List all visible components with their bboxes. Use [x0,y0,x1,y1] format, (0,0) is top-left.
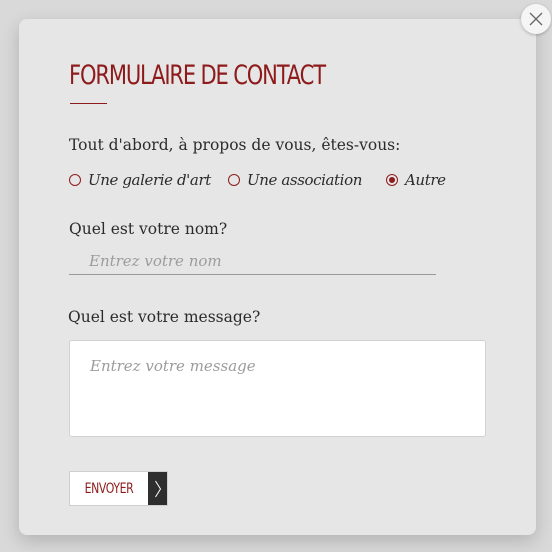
radio-circle-icon [69,174,81,186]
chevron-right-icon [148,472,167,505]
radio-association[interactable]: Une association [228,169,362,191]
form-title: FORMULAIRE DE CONTACT [69,60,326,91]
radio-label: Une association [247,171,362,189]
send-button[interactable]: ENVOYER [69,471,168,506]
message-question-label: Quel est votre message? [68,308,261,326]
about-question-label: Tout d'abord, à propos de vous, êtes-vou… [69,136,401,154]
radio-label: Autre [405,171,446,189]
organization-type-radio-group: Une galerie d'art Une association Autre [69,169,489,191]
close-icon [529,12,543,26]
send-button-label: ENVOYER [84,480,134,497]
contact-form-modal [19,19,536,535]
radio-circle-icon [228,174,240,186]
radio-label: Une galerie d'art [88,171,211,189]
radio-checked-icon [386,174,398,186]
radio-galerie-art[interactable]: Une galerie d'art [69,169,211,191]
message-textarea[interactable] [69,340,486,437]
radio-autre[interactable]: Autre [386,169,446,191]
name-input[interactable] [69,247,436,275]
close-button[interactable] [521,4,551,34]
title-underline [70,103,107,104]
name-question-label: Quel est votre nom? [69,220,228,238]
